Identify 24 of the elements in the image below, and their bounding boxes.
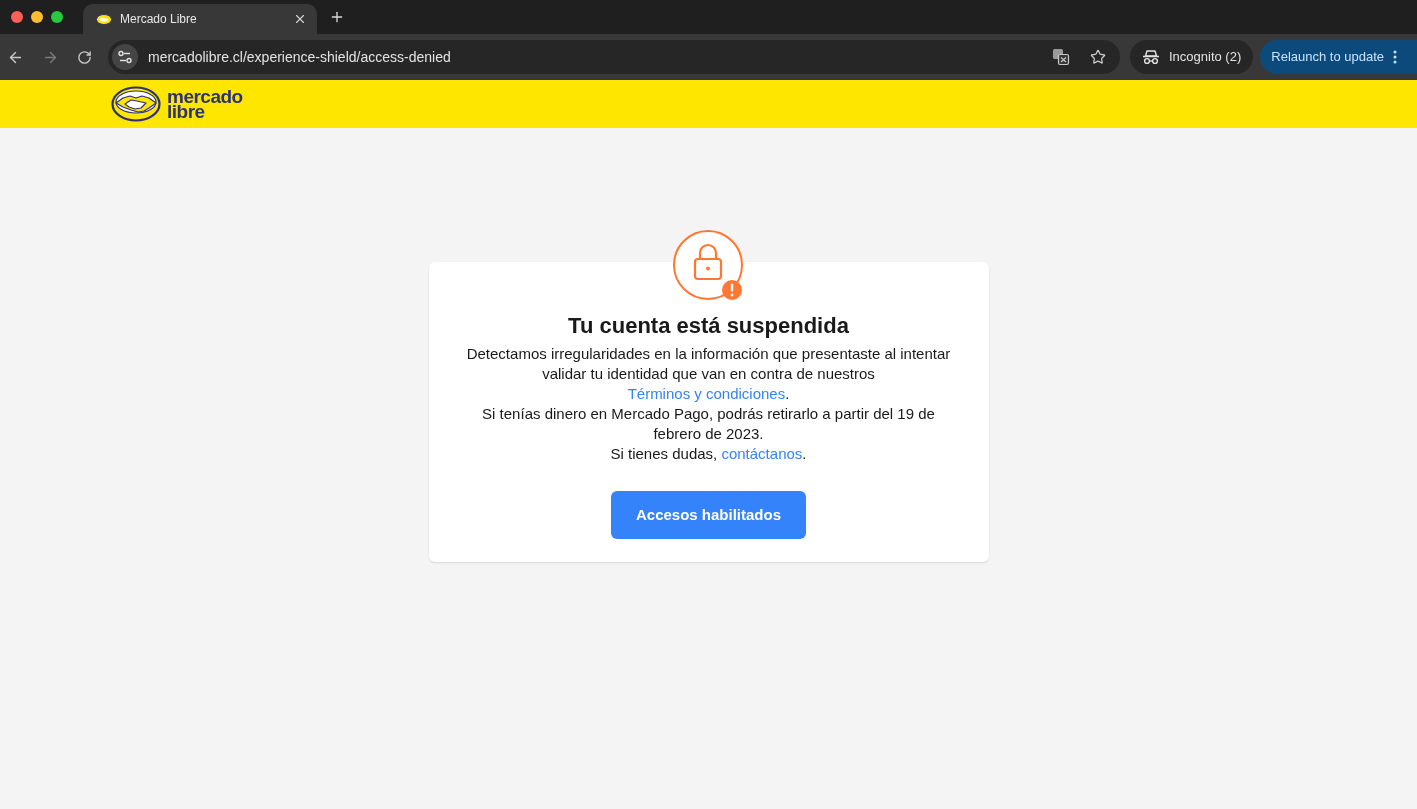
card-title: Tu cuenta está suspendida	[568, 312, 849, 340]
incognito-chip[interactable]: Incognito (2)	[1130, 40, 1254, 74]
site-settings-icon[interactable]	[112, 44, 138, 70]
maximize-window-icon[interactable]	[51, 11, 63, 23]
address-bar[interactable]: mercadolibre.cl/experience-shield/access-denied	[108, 40, 1120, 74]
incognito-icon	[1142, 49, 1160, 65]
message-text: Si tenías dinero en Mercado Pago, podrás retirarlo a partir del 19 de febrero de 2023.	[481, 404, 936, 444]
handshake-favicon-icon	[96, 13, 112, 25]
bookmark-star-icon[interactable]	[1090, 49, 1106, 65]
access-button[interactable]: Accesos habilitados	[611, 491, 806, 539]
reload-icon[interactable]	[77, 49, 92, 65]
logo-text: mercado	[167, 89, 243, 104]
relaunch-update-button[interactable]: Relaunch to update	[1260, 40, 1417, 74]
translate-icon[interactable]	[1052, 48, 1070, 66]
close-tab-icon[interactable]	[293, 12, 307, 26]
minimize-window-icon[interactable]	[31, 11, 43, 23]
browser-tab[interactable]: Mercado Libre	[83, 4, 317, 34]
logo-text: libre	[167, 104, 205, 119]
handshake-logo-icon	[111, 86, 161, 122]
message-text: Si tienes dudas, contáctanos.	[610, 444, 807, 464]
close-window-icon[interactable]	[11, 11, 23, 23]
new-tab-icon[interactable]	[329, 9, 345, 25]
message-text: Detectamos irregularidades en la información que presentaste al intentar validar tu identidad que van en contra de nuestros Términos y condiciones.	[465, 344, 952, 404]
more-options-icon[interactable]	[1393, 50, 1398, 64]
